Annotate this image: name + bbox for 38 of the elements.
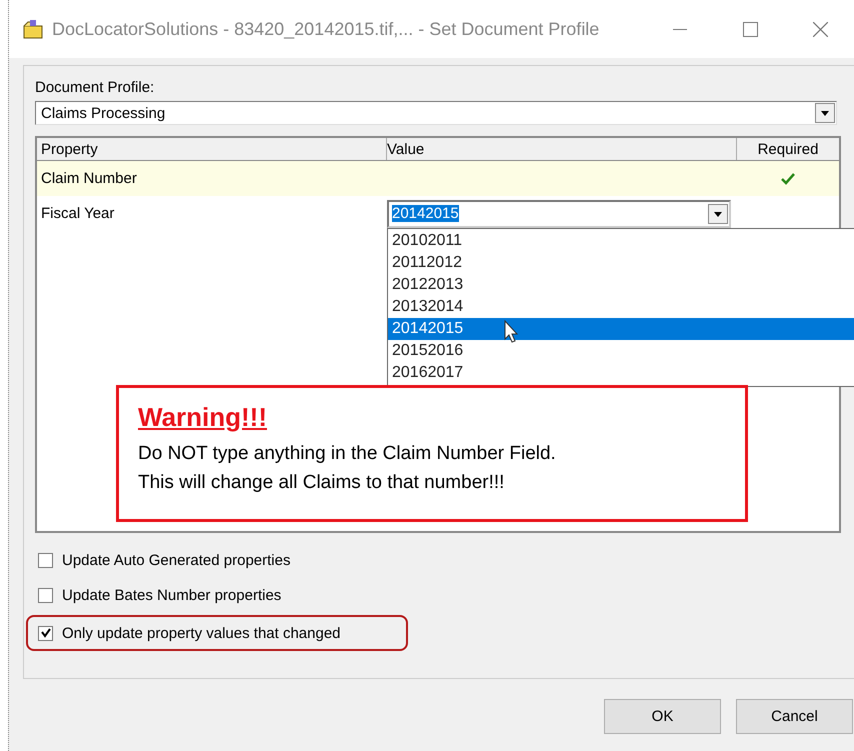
checkbox-label: Update Bates Number properties bbox=[62, 586, 282, 604]
list-option[interactable]: 20162017 bbox=[388, 362, 854, 384]
checkbox[interactable] bbox=[38, 588, 53, 602]
cursor-icon bbox=[504, 320, 519, 344]
column-header[interactable]: Required bbox=[737, 138, 839, 160]
list-option[interactable]: 20112012 bbox=[388, 252, 854, 274]
list-option[interactable]: 20122013 bbox=[388, 274, 854, 296]
list-option[interactable]: 20132014 bbox=[388, 296, 854, 318]
table-cell-text: Claim Number bbox=[40, 169, 138, 189]
checkbox[interactable] bbox=[38, 626, 53, 640]
dropdown-button[interactable] bbox=[815, 103, 835, 123]
field-label: Document Profile: bbox=[35, 79, 156, 98]
column-header[interactable]: Property bbox=[37, 138, 387, 160]
list-option[interactable]: 20152016 bbox=[388, 340, 854, 362]
maximize-icon bbox=[742, 22, 758, 36]
checkbox-label: Only update property values that changed bbox=[62, 624, 341, 642]
dropdown-button[interactable] bbox=[708, 204, 728, 224]
dialog-button[interactable]: OK bbox=[604, 699, 721, 734]
checkbox-label: Update Auto Generated properties bbox=[62, 552, 290, 568]
close-icon bbox=[812, 22, 828, 36]
grid-row[interactable]: Claim Number bbox=[37, 161, 839, 196]
check-icon bbox=[40, 627, 52, 639]
warning-text: This will change all Claims to that number!!! bbox=[138, 471, 506, 495]
grid-row[interactable]: Fiscal Year 20142015 bbox=[37, 196, 839, 231]
selected-text: 20142015 bbox=[392, 205, 459, 222]
list-option[interactable]: 20102011 bbox=[388, 230, 854, 252]
warning-text: Do NOT type anything in the Claim Number Field. bbox=[138, 442, 557, 466]
minimize-icon bbox=[673, 28, 687, 30]
folder-icon bbox=[22, 19, 44, 39]
profile-dropdown[interactable]: Claims Processing bbox=[35, 101, 837, 125]
table-cell-text: Fiscal Year bbox=[40, 204, 116, 224]
window-title: DocLocatorSolutions - 83420_20142015.tif,... - Set Document Profile bbox=[52, 18, 600, 40]
column-header[interactable]: Value bbox=[387, 138, 737, 160]
checkbox[interactable] bbox=[38, 552, 53, 568]
dialog-button[interactable]: Cancel bbox=[736, 699, 853, 734]
value-dropdown[interactable]: 20142015 bbox=[387, 200, 731, 228]
list-option[interactable]: 20142015 bbox=[388, 318, 854, 340]
warning-title: Warning!!! bbox=[138, 402, 268, 433]
